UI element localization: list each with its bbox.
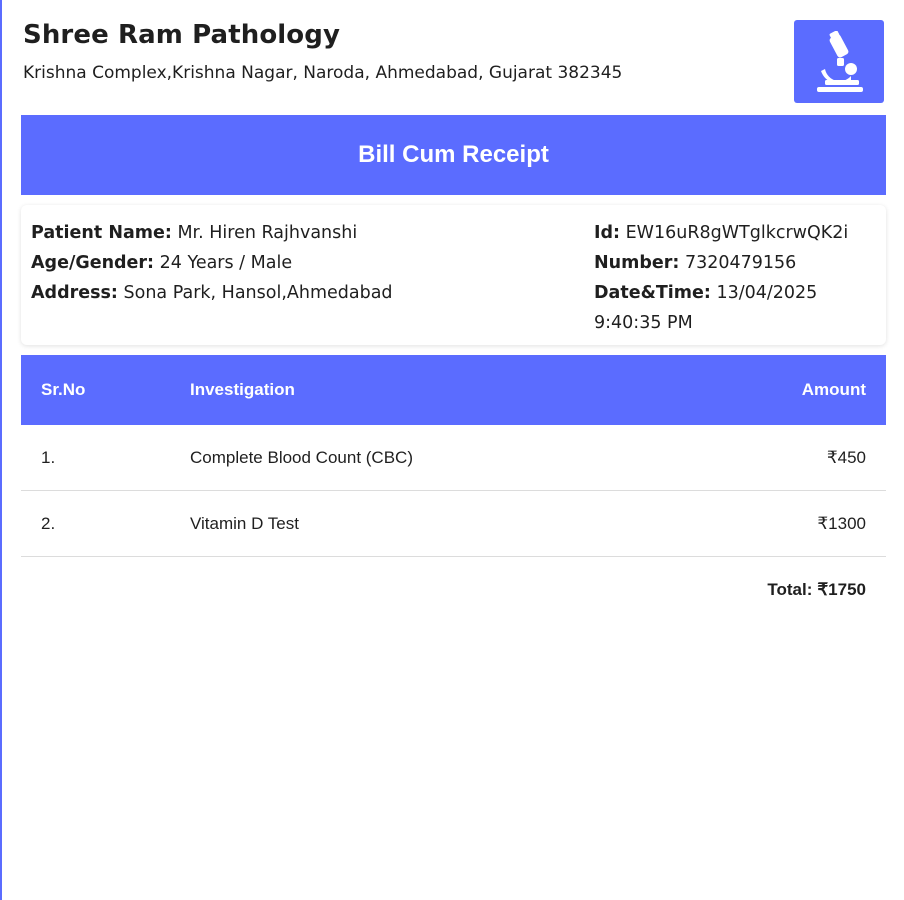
age-gender-value: 24 Years / Male bbox=[159, 253, 293, 273]
row-investigation: Vitamin D Test bbox=[190, 513, 299, 533]
patient-name-label: Patient Name: bbox=[31, 223, 172, 243]
header-amount: Amount bbox=[801, 380, 866, 399]
number-value: 7320479156 bbox=[684, 253, 797, 273]
lab-header: Shree Ram Pathology Krishna Complex,Kris… bbox=[23, 20, 885, 104]
id-value: EW16uR8gWTglkcrwQK2i bbox=[625, 223, 849, 243]
datetime-line: Date&Time: 13/04/2025 9:40:35 PM bbox=[594, 278, 874, 338]
lab-address: Krishna Complex,Krishna Nagar, Naroda, A… bbox=[23, 63, 623, 83]
row-investigation: Complete Blood Count (CBC) bbox=[190, 447, 413, 467]
patient-details-right: Id: EW16uR8gWTglkcrwQK2i Number: 7320479… bbox=[594, 218, 874, 338]
table-row: 2. Vitamin D Test ₹1300 bbox=[21, 491, 886, 557]
row-amount: ₹1300 bbox=[817, 513, 866, 533]
row-sr-no: 2. bbox=[41, 513, 56, 533]
receipt-title-banner: Bill Cum Receipt bbox=[21, 115, 886, 195]
total-value: ₹1750 bbox=[817, 580, 866, 599]
row-amount: ₹450 bbox=[826, 447, 866, 467]
id-label: Id: bbox=[594, 223, 621, 243]
header-sr-no: Sr.No bbox=[41, 380, 86, 399]
patient-details-card: Patient Name: Mr. Hiren Rajhvanshi Age/G… bbox=[21, 205, 886, 345]
total-line: Total: ₹1750 bbox=[767, 580, 866, 600]
patient-name-line: Patient Name: Mr. Hiren Rajhvanshi bbox=[31, 218, 551, 248]
row-sr-no: 1. bbox=[41, 447, 56, 467]
number-label: Number: bbox=[594, 253, 680, 273]
address-value: Sona Park, Hansol,Ahmedabad bbox=[123, 283, 393, 303]
address-line: Address: Sona Park, Hansol,Ahmedabad bbox=[31, 278, 551, 308]
total-label: Total: bbox=[767, 580, 813, 599]
patient-details-left: Patient Name: Mr. Hiren Rajhvanshi Age/G… bbox=[31, 218, 551, 308]
header-investigation: Investigation bbox=[190, 380, 295, 399]
left-page-rule bbox=[0, 0, 2, 900]
datetime-label: Date&Time: bbox=[594, 283, 711, 303]
receipt-title: Bill Cum Receipt bbox=[358, 141, 549, 168]
age-gender-line: Age/Gender: 24 Years / Male bbox=[31, 248, 551, 278]
microscope-icon bbox=[817, 30, 863, 92]
patient-name: Mr. Hiren Rajhvanshi bbox=[177, 223, 358, 243]
investigation-table: Sr.No Investigation Amount 1. Complete B… bbox=[21, 355, 886, 599]
id-line: Id: EW16uR8gWTglkcrwQK2i bbox=[594, 218, 874, 248]
age-gender-label: Age/Gender: bbox=[31, 253, 155, 273]
address-label: Address: bbox=[31, 283, 118, 303]
lab-name: Shree Ram Pathology bbox=[23, 20, 341, 50]
number-line: Number: 7320479156 bbox=[594, 248, 874, 278]
table-header-row: Sr.No Investigation Amount bbox=[21, 355, 886, 425]
lab-logo bbox=[794, 20, 884, 103]
table-row: 1. Complete Blood Count (CBC) ₹450 bbox=[21, 425, 886, 491]
